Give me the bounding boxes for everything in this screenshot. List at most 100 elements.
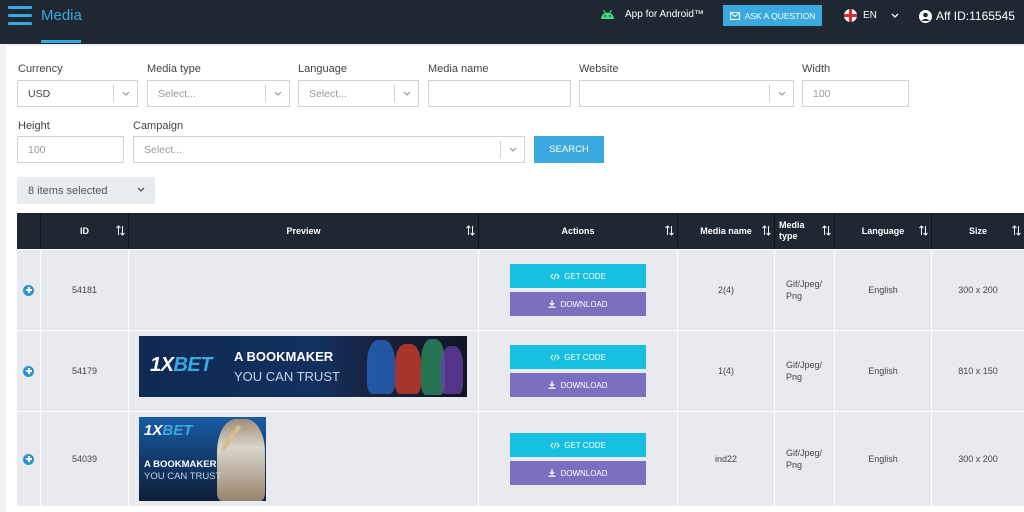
expand-plus-icon[interactable] bbox=[23, 365, 34, 377]
language-code: EN bbox=[863, 10, 877, 21]
id-cell: 54179 bbox=[41, 331, 129, 411]
get-code-label: GET CODE bbox=[564, 352, 606, 362]
brand-logo: 1XBET bbox=[150, 354, 212, 377]
athlete-shape bbox=[441, 346, 463, 394]
preview-cell bbox=[129, 250, 479, 330]
language-switcher[interactable]: EN bbox=[844, 9, 899, 22]
columns-selector[interactable]: 8 items selected bbox=[17, 177, 155, 204]
sort-icon bbox=[466, 225, 475, 236]
width-input[interactable]: 100 bbox=[802, 80, 909, 107]
header-id[interactable]: ID bbox=[41, 213, 129, 249]
banner-preview-image[interactable]: 1XBET A BOOKMAKER YOU CAN TRUST bbox=[139, 336, 467, 397]
logo-word: BET bbox=[173, 354, 212, 376]
currency-select[interactable]: USD bbox=[17, 80, 138, 107]
download-button[interactable]: DOWNLOAD bbox=[510, 373, 646, 397]
athlete-shape bbox=[367, 340, 395, 394]
header-actions[interactable]: Actions bbox=[479, 213, 678, 249]
header-language[interactable]: Language bbox=[835, 213, 932, 249]
affiliate-id: Aff ID:1165545 bbox=[936, 9, 1015, 23]
media-type-line1: Gif/Jpeg/ bbox=[786, 360, 823, 370]
user-icon bbox=[919, 9, 932, 23]
affiliate-account[interactable]: Aff ID:1165545 bbox=[919, 9, 1015, 23]
expand-cell bbox=[17, 250, 41, 330]
actions-cell: GET CODE DOWNLOAD bbox=[479, 250, 678, 330]
header-expand bbox=[17, 213, 41, 249]
campaign-label: Campaign bbox=[133, 120, 184, 132]
banner-headline: A BOOKMAKER bbox=[144, 459, 217, 470]
media-type-line1: Gif/Jpeg/ bbox=[786, 448, 823, 458]
expand-plus-icon[interactable] bbox=[23, 284, 34, 296]
preview-cell: 1XBET A BOOKMAKER YOU CAN TRUST bbox=[129, 331, 479, 411]
chevron-down-icon bbox=[113, 85, 137, 102]
code-icon bbox=[550, 272, 560, 280]
search-button[interactable]: SEARCH bbox=[534, 136, 604, 163]
language-cell: English bbox=[835, 412, 932, 506]
media-type-cell: Gif/Jpeg/Png bbox=[775, 412, 835, 506]
currency-label: Currency bbox=[18, 63, 63, 75]
header-language-label: Language bbox=[861, 226, 905, 236]
chevron-down-icon bbox=[891, 13, 899, 18]
height-label: Height bbox=[18, 120, 50, 132]
ask-question-label: ASK A QUESTION bbox=[744, 10, 816, 21]
header-actions-label: Actions bbox=[561, 226, 595, 236]
expand-plus-icon[interactable] bbox=[23, 453, 34, 465]
preview-cell: 1XBET A BOOKMAKER YOU CAN TRUST bbox=[129, 412, 479, 506]
get-code-button[interactable]: GET CODE bbox=[510, 264, 646, 288]
height-input[interactable]: 100 bbox=[17, 136, 124, 163]
language-placeholder: Select... bbox=[309, 87, 347, 100]
download-button[interactable]: DOWNLOAD bbox=[510, 461, 646, 485]
language-select[interactable]: Select... bbox=[298, 80, 419, 107]
media-name-label: Media name bbox=[428, 63, 489, 75]
android-app-label: App for Android™ bbox=[625, 9, 704, 20]
sort-icon bbox=[822, 225, 831, 236]
header-id-label: ID bbox=[80, 226, 89, 236]
brand-logo: 1XBET bbox=[144, 422, 192, 439]
table-row: 54039 1XBET A BOOKMAKER YOU CAN TRUST GE… bbox=[17, 412, 1024, 506]
header-preview-label: Preview bbox=[286, 226, 321, 236]
sort-icon bbox=[665, 225, 674, 236]
height-placeholder: 100 bbox=[28, 143, 46, 156]
chevron-down-icon bbox=[769, 85, 793, 102]
android-icon bbox=[601, 9, 614, 19]
media-name-input[interactable] bbox=[428, 80, 571, 107]
campaign-select[interactable]: Select... bbox=[133, 136, 525, 163]
header-media-type-line1: Media bbox=[779, 220, 805, 230]
media-type-label: Media type bbox=[147, 63, 201, 75]
banner-subline: YOU CAN TRUST bbox=[144, 471, 222, 482]
header-preview[interactable]: Preview bbox=[129, 213, 479, 249]
table-header: ID Preview Actions Media name Media type… bbox=[17, 213, 1024, 249]
get-code-button[interactable]: GET CODE bbox=[510, 433, 646, 457]
id-cell: 54039 bbox=[41, 412, 129, 506]
media-type-line2: Png bbox=[786, 460, 803, 470]
id-cell: 54181 bbox=[41, 250, 129, 330]
get-code-button[interactable]: GET CODE bbox=[510, 345, 646, 369]
android-app-link[interactable]: App for Android™ bbox=[600, 9, 704, 20]
banner-preview-image[interactable]: 1XBET A BOOKMAKER YOU CAN TRUST bbox=[139, 417, 266, 501]
header-media-name-label: Media name bbox=[700, 226, 752, 236]
website-select[interactable] bbox=[579, 80, 794, 107]
language-label: Language bbox=[298, 63, 347, 75]
ask-question-button[interactable]: ASK A QUESTION bbox=[723, 5, 822, 26]
size-cell: 300 x 200 bbox=[958, 454, 998, 464]
download-button[interactable]: DOWNLOAD bbox=[510, 292, 646, 316]
sort-icon bbox=[762, 225, 771, 236]
header-size[interactable]: Size bbox=[932, 213, 1024, 249]
media-type-select[interactable]: Select... bbox=[147, 80, 290, 107]
chevron-down-icon bbox=[500, 141, 524, 158]
menu-icon[interactable] bbox=[8, 6, 32, 28]
banner-subline: YOU CAN TRUST bbox=[234, 369, 340, 384]
size-cell: 300 x 200 bbox=[958, 285, 998, 295]
media-name-cell: 1(4) bbox=[678, 331, 775, 411]
media-type-placeholder: Select... bbox=[158, 87, 196, 100]
header-media-type[interactable]: Media type bbox=[775, 213, 835, 249]
chevron-down-icon bbox=[394, 85, 418, 102]
top-bar: Media App for Android™ ASK A QUESTION EN bbox=[0, 0, 1024, 44]
logo-word: BET bbox=[162, 422, 193, 439]
code-icon bbox=[550, 353, 560, 361]
get-code-label: GET CODE bbox=[564, 440, 606, 450]
header-size-label: Size bbox=[968, 226, 987, 236]
header-media-name[interactable]: Media name bbox=[678, 213, 775, 249]
chevron-down-icon bbox=[265, 85, 289, 102]
expand-cell bbox=[17, 412, 41, 506]
currency-value: USD bbox=[28, 87, 51, 100]
